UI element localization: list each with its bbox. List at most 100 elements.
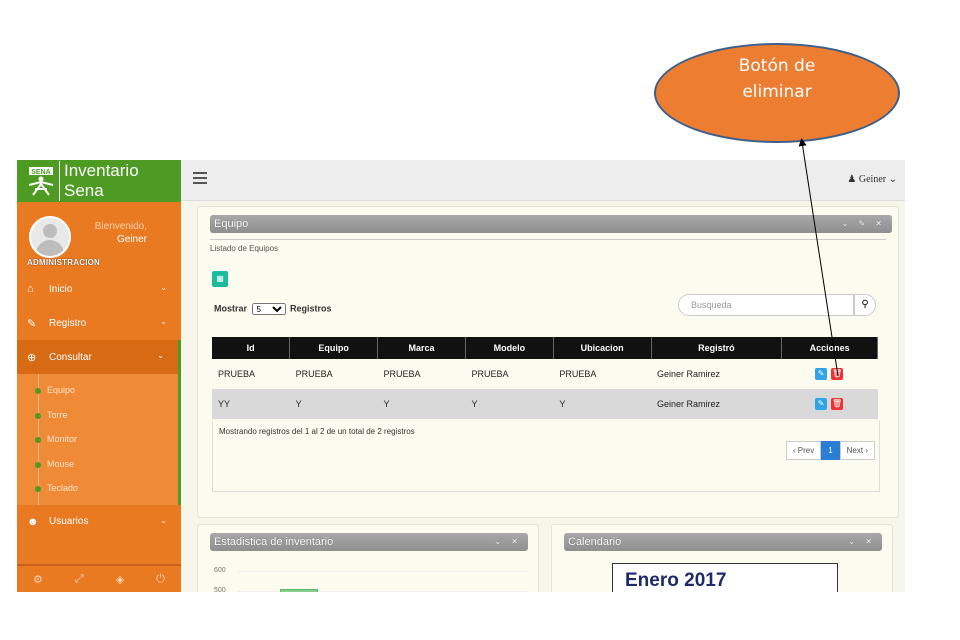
panel-title-bar: Calendario ⌄ ✕ — [564, 533, 882, 551]
sidebar-item-consultar[interactable]: ⊕ Consultar ⌄ — [17, 340, 181, 374]
panel-title-bar: Estadistica de inventario ⌄ ✕ — [210, 533, 528, 551]
col-header[interactable]: Modelo — [465, 337, 554, 359]
welcome-label: Bienvenido, — [94, 221, 147, 232]
chevron-down-icon: ⌄ — [160, 283, 167, 292]
page-length-control: Mostrar 5 Registros — [214, 303, 332, 315]
panel-title: Calendario — [568, 536, 622, 548]
panel-subtitle: Listado de Equipos — [210, 239, 886, 253]
cell: Y — [465, 389, 554, 419]
sidebar-item-label: Usuarios — [49, 516, 89, 528]
col-header[interactable]: Ubicacion — [553, 337, 652, 359]
cell: PRUEBA — [212, 359, 290, 389]
chevron-down-icon: ⌄ — [160, 515, 167, 525]
equipo-panel: Equipo ⌄ ✎ ✕ Listado de Equipos ▦ Mostra… — [197, 206, 899, 518]
edit-button[interactable]: ✎ — [815, 398, 828, 410]
show-label: Mostrar — [214, 303, 248, 314]
user-menu[interactable]: ♟ Geiner ⌄ — [847, 174, 897, 185]
submenu-item-torre[interactable]: Torre — [17, 403, 178, 428]
welcome-text: Bienvenido, Geiner — [77, 220, 147, 246]
col-header[interactable]: Id — [212, 337, 291, 359]
prev-page-button[interactable]: ‹ Prev — [785, 441, 822, 460]
page-button[interactable]: 1 — [821, 441, 840, 460]
power-icon[interactable]: ⏻ — [156, 573, 165, 586]
submenu-item-teclado[interactable]: Teclado — [17, 476, 178, 501]
panel-title: Estadistica de inventario — [214, 536, 334, 548]
submenu-item-mouse[interactable]: Mouse — [17, 452, 178, 477]
search-input[interactable]: Busqueda — [678, 294, 854, 316]
actions-cell: ✎ 🗑 — [781, 359, 878, 389]
chevron-down-icon: ⌄ — [160, 317, 167, 326]
cell: Geiner Ramirez — [651, 359, 782, 389]
col-header[interactable]: Equipo — [289, 337, 379, 359]
calendar-month: Enero 2017 — [625, 570, 727, 591]
avatar — [29, 216, 71, 258]
stats-panel: Estadistica de inventario ⌄ ✕ 600 500 — [197, 524, 539, 592]
export-excel-button[interactable]: ▦ — [212, 271, 228, 287]
next-page-button[interactable]: Next › — [839, 441, 875, 460]
col-header[interactable]: Marca — [377, 337, 466, 359]
edit-button[interactable]: ✎ — [815, 368, 828, 380]
table-row: YY Y Y Y Y Geiner Ramirez ✎ 🗑 — [212, 389, 878, 419]
table-footer: Mostrando registros del 1 al 2 de un tot… — [212, 421, 880, 492]
sidebar-item-label: Inicio — [49, 283, 73, 295]
cell: PRUEBA — [289, 359, 378, 389]
app-window: SENA Inventario Sena Bienvenido, Geiner … — [17, 160, 905, 592]
panel-tools[interactable]: ⌄ ✕ — [848, 533, 876, 551]
cell: PRUEBA — [553, 359, 652, 389]
role-label: ADMINISTRACION — [27, 258, 101, 267]
chart-bar — [280, 589, 318, 592]
eye-slash-icon[interactable]: ◈ — [116, 573, 124, 586]
svg-text:SENA: SENA — [31, 169, 50, 176]
panel-tools[interactable]: ⌄ ✕ — [494, 533, 522, 551]
users-icon: ☻ — [27, 515, 39, 528]
sidebar-item-inicio[interactable]: ⌂ Inicio ⌄ — [17, 272, 181, 306]
y-tick-label: 500 — [214, 587, 226, 592]
sidebar-item-label: Consultar — [49, 351, 92, 363]
page-length-select[interactable]: 5 — [251, 303, 286, 315]
home-icon: ⌂ — [27, 283, 34, 295]
col-header[interactable]: Registró — [651, 337, 783, 359]
actions-cell: ✎ 🗑 — [781, 389, 878, 419]
sena-logo-icon: SENA — [25, 165, 57, 197]
user-menu-label: Geiner — [858, 174, 887, 185]
annotation-bubble: Botón de eliminar — [654, 43, 900, 143]
table-header-row: Id Equipo Marca Modelo Ubicacion Registr… — [212, 337, 878, 359]
welcome-name: Geiner — [116, 234, 147, 245]
submenu-label: Mouse — [47, 458, 75, 469]
delete-button[interactable]: 🗑 — [831, 398, 844, 410]
submenu-label: Equipo — [47, 385, 76, 395]
sidebar: SENA Inventario Sena Bienvenido, Geiner … — [17, 160, 181, 592]
settings-icon[interactable]: ⚙ — [33, 573, 43, 586]
fullscreen-icon[interactable]: ⤢ — [75, 573, 84, 586]
panel-title: Equipo — [214, 218, 249, 230]
menu-toggle-icon[interactable] — [193, 172, 207, 187]
cell: Y — [377, 389, 466, 419]
search-plus-icon: ⊕ — [27, 351, 37, 364]
annotation-line2: eliminar — [742, 82, 812, 102]
sidebar-item-usuarios[interactable]: ☻ Usuarios ⌄ — [17, 505, 181, 539]
sidebar-item-label: Registro — [49, 317, 87, 329]
panel-tools[interactable]: ⌄ ✎ ✕ — [841, 215, 886, 233]
submenu-label: Monitor — [47, 434, 78, 445]
user-profile: Bienvenido, Geiner ADMINISTRACION — [17, 202, 181, 272]
top-navbar: ♟ Geiner ⌄ — [181, 160, 905, 201]
edit-icon: ✎ — [27, 317, 37, 330]
table-row: PRUEBA PRUEBA PRUEBA PRUEBA PRUEBA Geine… — [212, 359, 878, 389]
cell: PRUEBA — [377, 359, 466, 389]
cell: YY — [212, 389, 290, 419]
records-info: Mostrando registros del 1 al 2 de un tot… — [219, 427, 415, 436]
cell: Y — [553, 389, 652, 419]
submenu-label: Teclado — [47, 483, 79, 494]
cell: PRUEBA — [465, 359, 554, 389]
submenu-consultar: Equipo Torre Monitor Mouse Teclado — [17, 374, 181, 505]
cell: Y — [289, 389, 378, 419]
search-icon[interactable]: ⚲ — [854, 294, 876, 316]
sidebar-item-registro[interactable]: ✎ Registro ⌄ — [17, 306, 181, 340]
submenu-item-monitor[interactable]: Monitor — [17, 427, 178, 452]
y-tick-label: 600 — [214, 567, 226, 574]
delete-button[interactable]: 🗑 — [831, 368, 844, 380]
submenu-item-equipo[interactable]: Equipo — [17, 378, 178, 403]
pagination: ‹ Prev 1 Next › — [785, 441, 875, 460]
brand-title: Inventario Sena — [59, 161, 181, 201]
calendar-panel: Calendario ⌄ ✕ Enero 2017 — [551, 524, 893, 592]
